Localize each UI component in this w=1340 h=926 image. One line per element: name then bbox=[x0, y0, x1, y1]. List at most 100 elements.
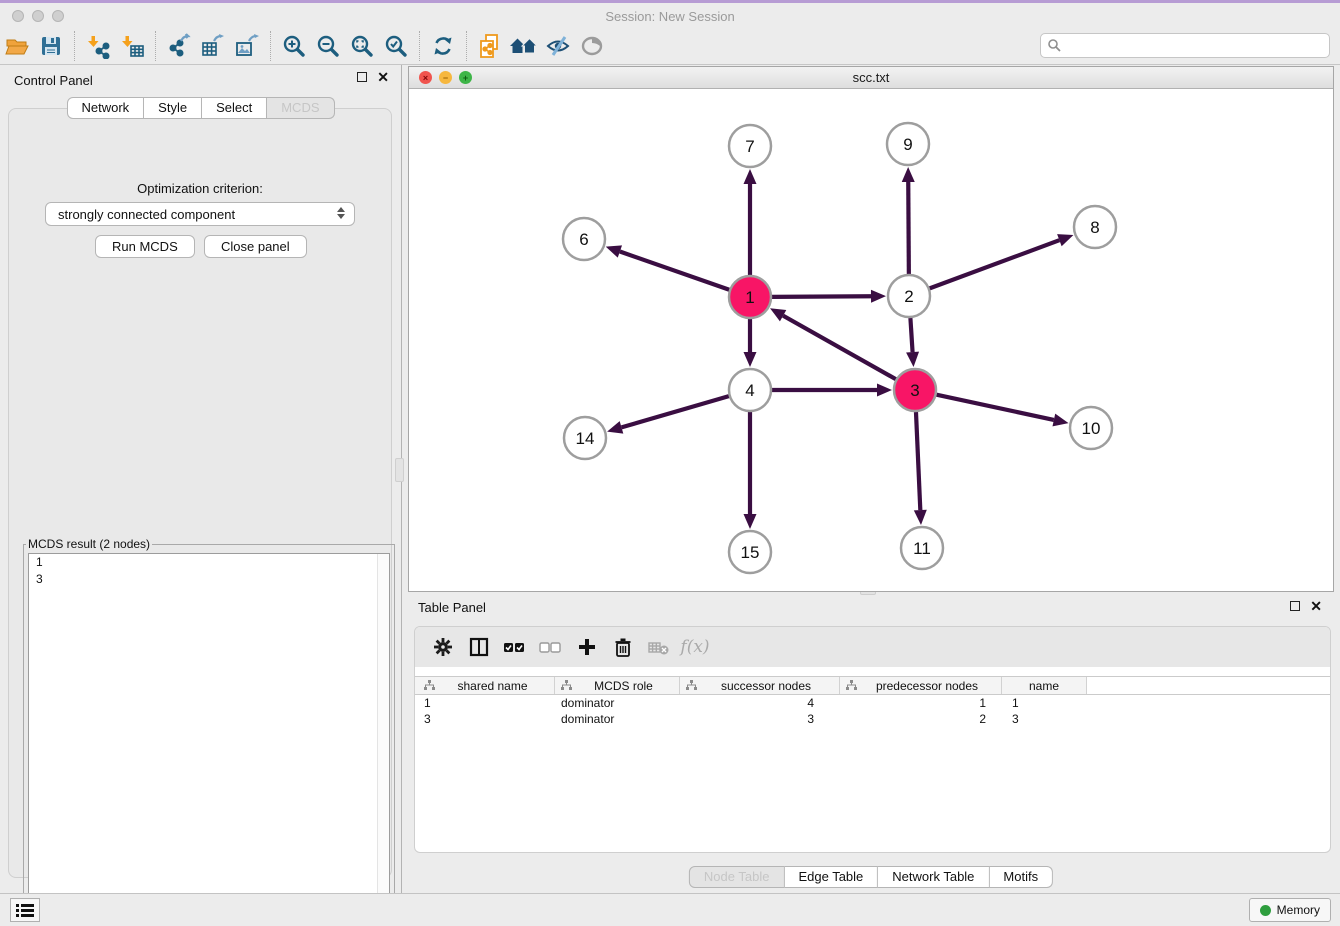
export-network-button[interactable] bbox=[162, 31, 196, 61]
delete-table-icon[interactable] bbox=[641, 631, 677, 663]
edge-2-3[interactable] bbox=[910, 318, 912, 352]
edge-3-11[interactable] bbox=[916, 412, 920, 510]
cell-predecessor-nodes[interactable]: 1 bbox=[840, 696, 1002, 710]
close-table-panel-icon[interactable]: ✕ bbox=[1310, 601, 1322, 611]
graph-node-6[interactable]: 6 bbox=[563, 218, 605, 260]
edge-1-6[interactable] bbox=[620, 252, 729, 290]
list-icon bbox=[16, 903, 34, 918]
show-panels-eye-icon[interactable] bbox=[575, 31, 609, 61]
tab-network-table[interactable]: Network Table bbox=[878, 866, 989, 888]
export-image-button[interactable] bbox=[230, 31, 264, 61]
edge-3-1[interactable] bbox=[783, 316, 896, 380]
svg-text:10: 10 bbox=[1082, 419, 1101, 438]
graph-node-14[interactable]: 14 bbox=[564, 417, 606, 459]
tab-mcds[interactable]: MCDS bbox=[267, 97, 334, 119]
cell-shared-name[interactable]: 1 bbox=[415, 696, 555, 710]
cell-successor-nodes[interactable]: 3 bbox=[680, 712, 840, 726]
table-row[interactable]: 3 dominator 3 2 3 bbox=[415, 711, 1330, 727]
tab-motifs[interactable]: Motifs bbox=[989, 866, 1053, 888]
column-header-successor-nodes[interactable]: successor nodes bbox=[680, 677, 840, 694]
tab-edge-table[interactable]: Edge Table bbox=[784, 866, 878, 888]
edge-arrow-1-7 bbox=[744, 169, 757, 184]
export-table-button[interactable] bbox=[196, 31, 230, 61]
column-header-predecessor-nodes[interactable]: predecessor nodes bbox=[840, 677, 1002, 694]
cell-shared-name[interactable]: 3 bbox=[415, 712, 555, 726]
graph-node-2[interactable]: 2 bbox=[888, 275, 930, 317]
tab-node-table[interactable]: Node Table bbox=[689, 866, 785, 888]
hide-panels-eye-icon[interactable] bbox=[541, 31, 575, 61]
graph-node-15[interactable]: 15 bbox=[729, 531, 771, 573]
tab-network[interactable]: Network bbox=[66, 97, 144, 119]
node-table-container: f(x) shared name MCDS role successor nod… bbox=[414, 626, 1331, 853]
float-panel-icon[interactable] bbox=[357, 72, 367, 82]
cell-name[interactable]: 3 bbox=[1002, 712, 1087, 726]
duplicate-network-button[interactable] bbox=[473, 31, 507, 61]
refresh-view-button[interactable] bbox=[426, 31, 460, 61]
graph-node-7[interactable]: 7 bbox=[729, 125, 771, 167]
toolbar-separator bbox=[466, 31, 467, 61]
graph-node-1[interactable]: 1 bbox=[729, 276, 771, 318]
result-scrollbar[interactable] bbox=[377, 554, 389, 910]
zoom-fit-button[interactable] bbox=[345, 31, 379, 61]
column-header-mcds-role[interactable]: MCDS role bbox=[555, 677, 680, 694]
network-canvas[interactable]: 7 9 6 8 1 2 4 3 14 10 15 11 bbox=[409, 89, 1333, 591]
search-input[interactable] bbox=[1040, 33, 1330, 58]
deselect-all-icon[interactable] bbox=[533, 631, 569, 663]
graph-node-8[interactable]: 8 bbox=[1074, 206, 1116, 248]
optimization-select[interactable]: strongly connected component bbox=[45, 202, 355, 226]
task-history-button[interactable] bbox=[10, 898, 40, 922]
cell-mcds-role[interactable]: dominator bbox=[555, 696, 680, 710]
column-header-name[interactable]: name bbox=[1002, 677, 1087, 694]
cell-successor-nodes[interactable]: 4 bbox=[680, 696, 840, 710]
import-network-button[interactable] bbox=[81, 31, 115, 61]
tab-select[interactable]: Select bbox=[202, 97, 267, 119]
delete-column-trash-icon[interactable] bbox=[605, 631, 641, 663]
table-panel-tabs: Node Table Edge Table Network Table Moti… bbox=[689, 866, 1053, 888]
home-button[interactable] bbox=[507, 31, 541, 61]
mcds-result-textarea[interactable]: 1 3 bbox=[28, 553, 390, 911]
apply-function-icon[interactable]: f(x) bbox=[677, 631, 713, 663]
close-panel-icon[interactable]: ✕ bbox=[377, 72, 389, 82]
control-panel-window-icons: ✕ bbox=[357, 72, 389, 82]
save-session-button[interactable] bbox=[34, 31, 68, 61]
cell-name[interactable]: 1 bbox=[1002, 696, 1087, 710]
select-stepper-icon bbox=[337, 207, 345, 219]
edge-3-10[interactable] bbox=[937, 395, 1054, 420]
svg-text:7: 7 bbox=[745, 137, 754, 156]
import-table-button[interactable] bbox=[115, 31, 149, 61]
select-all-icon[interactable] bbox=[497, 631, 533, 663]
edge-2-8[interactable] bbox=[930, 240, 1060, 288]
column-layout-icon[interactable] bbox=[461, 631, 497, 663]
status-bar: Memory bbox=[0, 893, 1340, 926]
edge-1-2[interactable] bbox=[772, 296, 871, 297]
cell-mcds-role[interactable]: dominator bbox=[555, 712, 680, 726]
open-session-button[interactable] bbox=[0, 31, 34, 61]
control-panel-title: Control Panel bbox=[14, 73, 93, 88]
memory-status-dot bbox=[1260, 905, 1271, 916]
add-column-icon[interactable] bbox=[569, 631, 605, 663]
zoom-selected-button[interactable] bbox=[379, 31, 413, 61]
graph-node-10[interactable]: 10 bbox=[1070, 407, 1112, 449]
close-panel-button[interactable]: Close panel bbox=[204, 235, 307, 258]
cell-predecessor-nodes[interactable]: 2 bbox=[840, 712, 1002, 726]
graph-node-4[interactable]: 4 bbox=[729, 369, 771, 411]
edge-arrow-4-15 bbox=[744, 514, 757, 529]
table-options-gear-icon[interactable] bbox=[425, 631, 461, 663]
float-table-panel-icon[interactable] bbox=[1290, 601, 1300, 611]
graph-node-3[interactable]: 3 bbox=[894, 369, 936, 411]
edge-2-9[interactable] bbox=[908, 182, 909, 274]
run-mcds-button[interactable]: Run MCDS bbox=[95, 235, 195, 258]
zoom-out-button[interactable] bbox=[311, 31, 345, 61]
table-row[interactable]: 1 dominator 4 1 1 bbox=[415, 695, 1330, 711]
graph-node-9[interactable]: 9 bbox=[887, 123, 929, 165]
tab-style[interactable]: Style bbox=[144, 97, 202, 119]
zoom-in-button[interactable] bbox=[277, 31, 311, 61]
table-header-row: shared name MCDS role successor nodes pr… bbox=[415, 676, 1330, 695]
column-header-shared-name[interactable]: shared name bbox=[415, 677, 555, 694]
graph-node-11[interactable]: 11 bbox=[901, 527, 943, 569]
edge-4-14[interactable] bbox=[621, 396, 728, 427]
memory-button[interactable]: Memory bbox=[1249, 898, 1331, 922]
vertical-splitter-grip[interactable] bbox=[395, 458, 404, 482]
network-window-titlebar[interactable]: × − + scc.txt bbox=[409, 67, 1333, 89]
svg-text:6: 6 bbox=[579, 230, 588, 249]
